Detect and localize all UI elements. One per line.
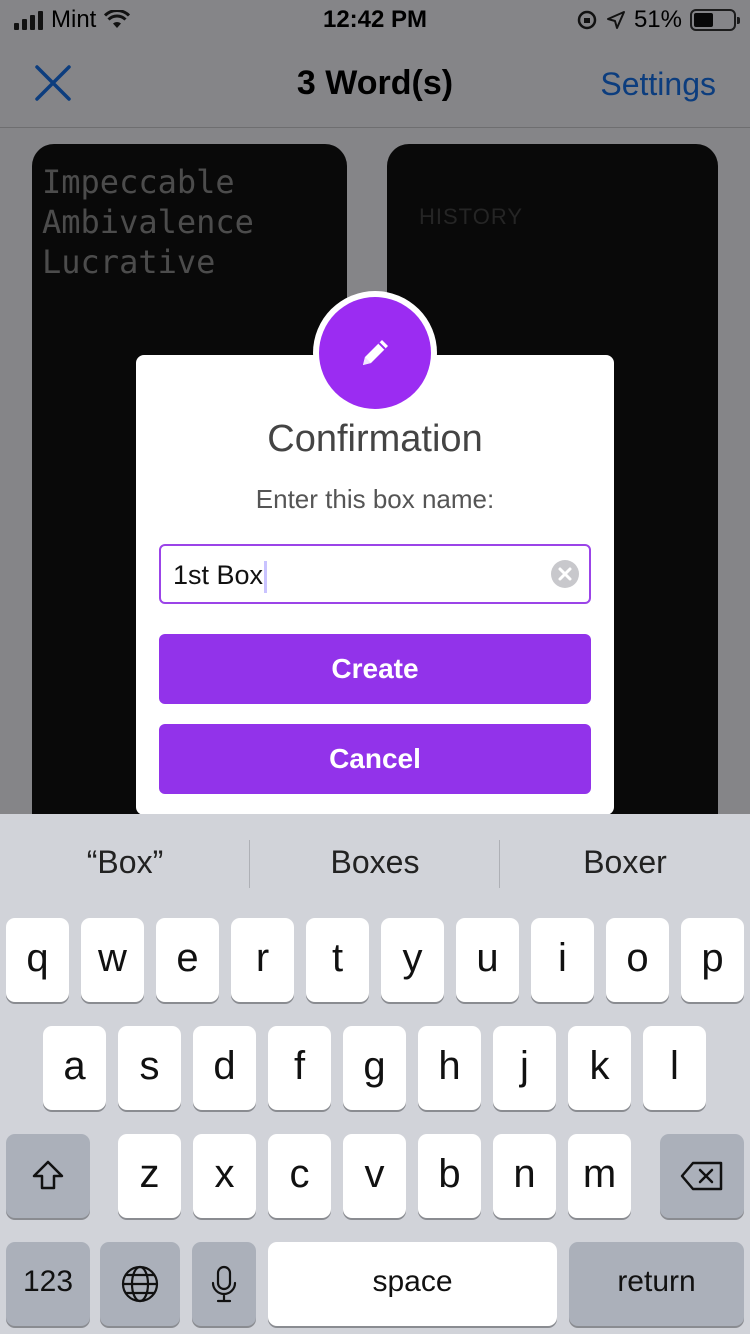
key-t[interactable]: t <box>306 918 369 1002</box>
key-a[interactable]: a <box>43 1026 106 1110</box>
clear-x-icon <box>558 567 572 581</box>
key-r[interactable]: r <box>231 918 294 1002</box>
key-m[interactable]: m <box>568 1134 631 1218</box>
key-e[interactable]: e <box>156 918 219 1002</box>
key-o[interactable]: o <box>606 918 669 1002</box>
pencil-icon <box>363 340 388 365</box>
key-k[interactable]: k <box>568 1026 631 1110</box>
create-button[interactable]: Create <box>159 634 591 704</box>
key-q[interactable]: q <box>6 918 69 1002</box>
return-key[interactable]: return <box>569 1242 744 1326</box>
dialog-message: Enter this box name: <box>255 484 495 514</box>
on-screen-keyboard: “Box” Boxes Boxer q w e r t y u i o p a … <box>0 814 750 1334</box>
numbers-key[interactable]: 123 <box>6 1242 90 1326</box>
key-f[interactable]: f <box>268 1026 331 1110</box>
key-p[interactable]: p <box>681 918 744 1002</box>
globe-key[interactable] <box>100 1242 180 1326</box>
backspace-icon <box>680 1161 723 1191</box>
text-caret <box>264 560 268 593</box>
key-x[interactable]: x <box>193 1134 256 1218</box>
key-j[interactable]: j <box>493 1026 556 1110</box>
key-s[interactable]: s <box>118 1026 181 1110</box>
dialog-icon-badge <box>319 297 431 409</box>
dictation-key[interactable] <box>192 1242 256 1326</box>
delete-key[interactable] <box>660 1134 744 1218</box>
key-h[interactable]: h <box>418 1026 481 1110</box>
dialog-title: Confirmation <box>267 418 483 460</box>
globe-icon <box>121 1265 159 1303</box>
prediction-suggestion[interactable]: Boxes <box>250 844 500 881</box>
shift-icon <box>32 1160 64 1190</box>
key-y[interactable]: y <box>381 918 444 1002</box>
key-n[interactable]: n <box>493 1134 556 1218</box>
box-name-value: 1st Box <box>173 560 264 590</box>
box-name-input[interactable]: 1st Box <box>159 544 591 604</box>
key-d[interactable]: d <box>193 1026 256 1110</box>
prediction-suggestion[interactable]: “Box” <box>0 844 250 881</box>
key-i[interactable]: i <box>531 918 594 1002</box>
microphone-icon <box>211 1265 237 1303</box>
key-z[interactable]: z <box>118 1134 181 1218</box>
key-w[interactable]: w <box>81 918 144 1002</box>
space-key[interactable]: space <box>268 1242 557 1326</box>
key-b[interactable]: b <box>418 1134 481 1218</box>
key-l[interactable]: l <box>643 1026 706 1110</box>
key-u[interactable]: u <box>456 918 519 1002</box>
cancel-button[interactable]: Cancel <box>159 724 591 794</box>
prediction-suggestion[interactable]: Boxer <box>500 844 750 881</box>
key-g[interactable]: g <box>343 1026 406 1110</box>
clear-text-button[interactable] <box>551 560 579 588</box>
key-c[interactable]: c <box>268 1134 331 1218</box>
predictive-text-bar: “Box” Boxes Boxer <box>0 814 750 914</box>
shift-key[interactable] <box>6 1134 90 1218</box>
key-v[interactable]: v <box>343 1134 406 1218</box>
